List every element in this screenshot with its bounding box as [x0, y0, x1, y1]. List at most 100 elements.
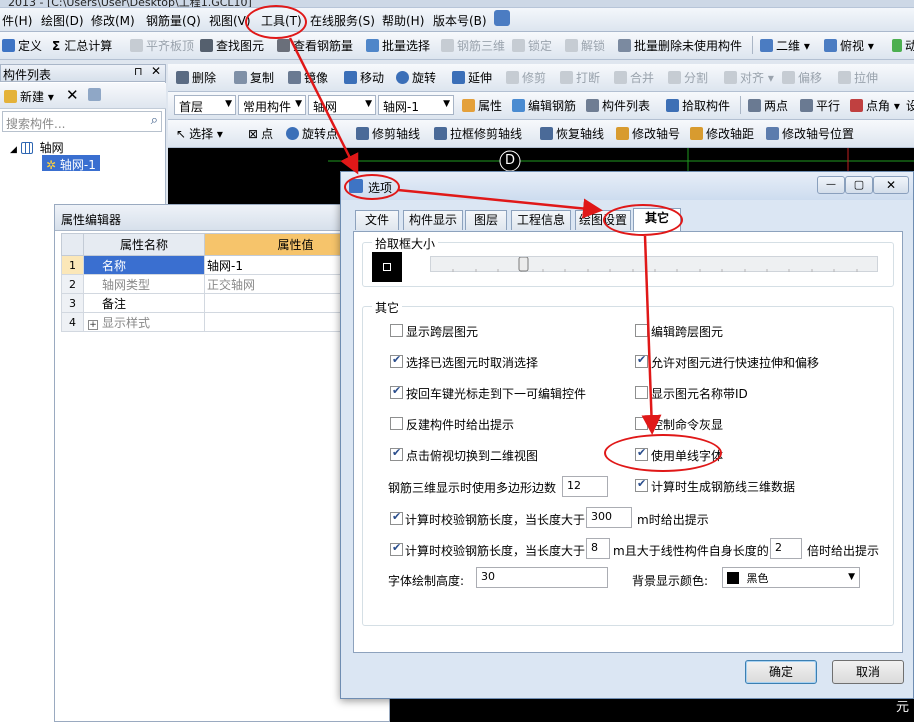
- tab-project-info[interactable]: 工程信息: [511, 210, 571, 230]
- show-cross-floor-checkbox[interactable]: [390, 324, 403, 337]
- restore-axis-button[interactable]: 恢复轴线: [540, 125, 604, 142]
- table-row[interactable]: 3 备注: [61, 293, 387, 313]
- modify-axis-distance-button[interactable]: 修改轴距: [690, 125, 754, 142]
- enter-next-control-checkbox[interactable]: [390, 384, 403, 399]
- pin-icon[interactable]: ⊓: [134, 65, 143, 78]
- new-component-button[interactable]: 新建 ▾: [4, 88, 54, 105]
- offset-button[interactable]: 偏移: [782, 69, 822, 86]
- rebar-linear-limit-input[interactable]: 8: [586, 538, 610, 559]
- table-row[interactable]: 2 轴网类型 正交轴网: [61, 274, 387, 294]
- mirror-button[interactable]: 镜像: [288, 69, 328, 86]
- unlock-button[interactable]: 解锁: [565, 37, 605, 54]
- menu-item-draw[interactable]: 绘图(D): [41, 12, 84, 29]
- font-height-input[interactable]: 30: [476, 567, 608, 588]
- lock-button[interactable]: 锁定: [512, 37, 552, 54]
- align-slab-top-button[interactable]: 平齐板顶: [130, 37, 194, 54]
- copy-icon[interactable]: [88, 88, 104, 102]
- reverse-build-prompt-checkbox[interactable]: [390, 417, 403, 430]
- close-icon[interactable]: ✕: [151, 64, 161, 78]
- view-rebar-button[interactable]: 查看钢筋量: [277, 37, 353, 54]
- rebar-3d-button[interactable]: 钢筋三维: [441, 37, 505, 54]
- rotate-button[interactable]: 旋转: [396, 69, 436, 86]
- view-top-dropdown[interactable]: 俯视 ▾: [824, 37, 874, 54]
- view-2d-dropdown[interactable]: 二维 ▾: [760, 37, 810, 54]
- show-name-with-id-checkbox[interactable]: [635, 386, 648, 399]
- delete-button[interactable]: 删除: [176, 69, 216, 86]
- properties-button[interactable]: 属性: [462, 97, 502, 114]
- tree-collapse-icon[interactable]: ◢: [10, 145, 17, 155]
- move-button[interactable]: 移动: [344, 69, 384, 86]
- top-view-to-2d-checkbox[interactable]: [390, 446, 403, 461]
- menu-item-modify[interactable]: 修改(M): [91, 12, 135, 29]
- quick-stretch-offset-checkbox[interactable]: [635, 353, 648, 368]
- check-rebar-linear-checkbox[interactable]: [390, 541, 403, 556]
- tab-component-display[interactable]: 构件显示: [403, 210, 463, 230]
- tree-node-axis-grid-1[interactable]: ✲ 轴网-1: [42, 155, 100, 172]
- batch-delete-unused-button[interactable]: 批量删除未使用构件: [618, 37, 742, 54]
- menu-bar: 件(H) 绘图(D) 修改(M) 钢筋量(Q) 视图(V) 工具(T) 在线服务…: [0, 8, 914, 32]
- minimize-button[interactable]: —: [817, 176, 845, 194]
- edit-cross-floor-checkbox[interactable]: [635, 324, 648, 337]
- maximize-button[interactable]: ▢: [845, 176, 873, 194]
- settings-button[interactable]: 设: [906, 97, 914, 114]
- type-select[interactable]: 轴网 ▼: [308, 95, 376, 115]
- modify-axis-number-button[interactable]: 修改轴号: [616, 125, 680, 142]
- summary-calc-button[interactable]: Σ 汇总计算: [52, 37, 112, 54]
- category-select[interactable]: 常用构件 ▼: [238, 95, 306, 115]
- batch-select-button[interactable]: 批量选择: [366, 37, 430, 54]
- trim-button[interactable]: 修剪: [506, 69, 546, 86]
- trim-axis-button[interactable]: 修剪轴线: [356, 125, 420, 142]
- bg-color-select[interactable]: 黑色 ▼: [722, 567, 860, 588]
- component-search-box[interactable]: 搜索构件... ⌕: [2, 111, 162, 132]
- extend-button[interactable]: 延伸: [452, 69, 492, 86]
- delete-icon[interactable]: ✕: [66, 86, 79, 104]
- search-icon[interactable]: ⌕: [151, 113, 158, 128]
- two-point-button[interactable]: 两点: [748, 97, 788, 114]
- version-icon[interactable]: [494, 10, 510, 26]
- expand-icon[interactable]: +: [88, 319, 98, 330]
- menu-item-rebar[interactable]: 钢筋量(Q): [146, 12, 201, 29]
- select-button[interactable]: ↖ 选择 ▾: [176, 125, 223, 142]
- component-list-button[interactable]: 构件列表: [586, 97, 650, 114]
- cancel-button[interactable]: 取消: [832, 660, 904, 684]
- slider-thumb[interactable]: [518, 257, 529, 272]
- modify-axis-position-button[interactable]: 修改轴号位置: [766, 125, 854, 142]
- ok-button[interactable]: 确定: [745, 660, 817, 684]
- gray-out-commands-checkbox[interactable]: [635, 417, 648, 430]
- table-row[interactable]: 4 + 显示样式: [61, 312, 387, 332]
- find-element-button[interactable]: 查找图元: [200, 37, 264, 54]
- box-trim-axis-button[interactable]: 拉框修剪轴线: [434, 125, 522, 142]
- rotate-point-button[interactable]: 旋转点: [286, 125, 338, 142]
- define-button[interactable]: 定义: [2, 37, 42, 54]
- tree-node-axis-grid[interactable]: ◢ 轴网: [10, 139, 64, 156]
- stretch-button[interactable]: 拉伸: [838, 69, 878, 86]
- floor-select[interactable]: 首层 ▼: [174, 95, 236, 115]
- menu-item-help[interactable]: 帮助(H): [382, 12, 424, 29]
- align-button[interactable]: 对齐 ▾: [724, 69, 774, 86]
- deselect-on-reselect-checkbox[interactable]: [390, 353, 403, 368]
- polygon-edges-input[interactable]: 12: [562, 476, 608, 497]
- menu-item-file[interactable]: 件(H): [2, 12, 32, 29]
- break-button[interactable]: 打断: [560, 69, 600, 86]
- rebar-linear-ratio-input[interactable]: 2: [770, 538, 802, 559]
- edit-rebar-button[interactable]: 编辑钢筋: [512, 97, 576, 114]
- menu-item-online[interactable]: 在线服务(S): [310, 12, 375, 29]
- tab-file[interactable]: 文件: [355, 210, 399, 230]
- pick-component-button[interactable]: 拾取构件: [666, 97, 730, 114]
- parallel-button[interactable]: 平行: [800, 97, 840, 114]
- point-angle-button[interactable]: 点角 ▾: [850, 97, 900, 114]
- merge-button[interactable]: 合并: [614, 69, 654, 86]
- rebar-length-limit-input[interactable]: 300: [586, 507, 632, 528]
- instance-select[interactable]: 轴网-1 ▼: [378, 95, 454, 115]
- point-button[interactable]: ⊠ 点: [248, 125, 273, 142]
- generate-3d-data-checkbox[interactable]: [635, 477, 648, 492]
- copy-button[interactable]: 复制: [234, 69, 274, 86]
- check-rebar-length-checkbox[interactable]: [390, 510, 403, 525]
- pick-box-slider-track[interactable]: [430, 256, 878, 272]
- tab-layers[interactable]: 图层: [465, 210, 507, 230]
- dynamic-view-button[interactable]: 动: [892, 37, 914, 54]
- close-button[interactable]: ✕: [873, 176, 909, 194]
- split-button[interactable]: 分割: [668, 69, 708, 86]
- menu-item-version[interactable]: 版本号(B): [433, 12, 487, 29]
- table-row[interactable]: 1 名称 轴网-1: [61, 255, 387, 275]
